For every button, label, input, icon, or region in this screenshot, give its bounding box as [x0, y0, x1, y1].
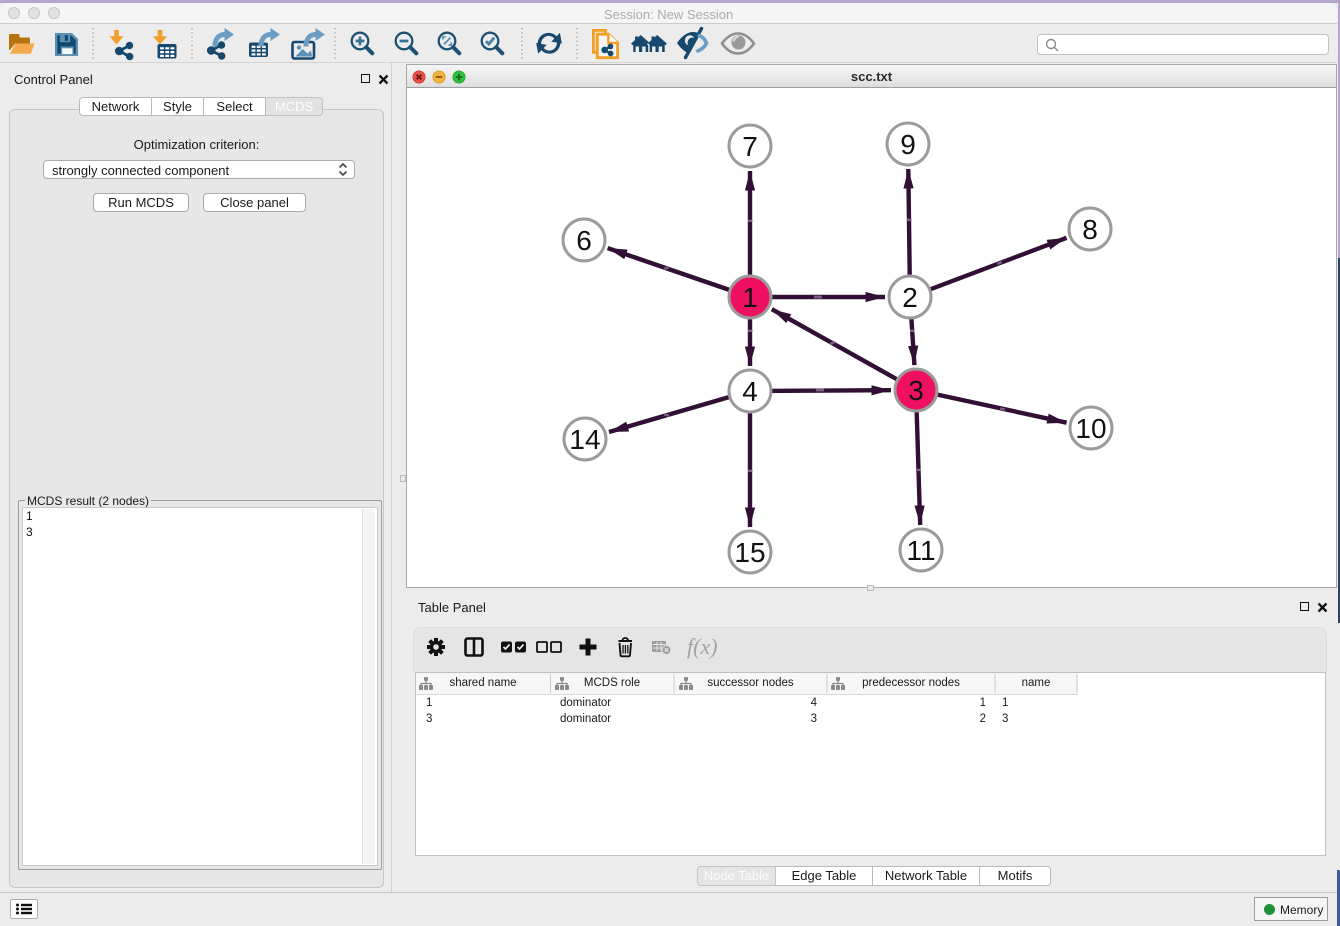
- svg-text:2: 2: [902, 282, 918, 313]
- svg-text:11: 11: [906, 535, 935, 566]
- svg-text:8: 8: [1082, 214, 1098, 245]
- svg-text:f(x): f(x): [687, 634, 718, 659]
- svg-text:3: 3: [908, 375, 924, 406]
- svg-text:10: 10: [1075, 413, 1106, 444]
- svg-text:9: 9: [900, 129, 916, 160]
- svg-text:1: 1: [742, 282, 758, 313]
- svg-text:6: 6: [576, 225, 592, 256]
- svg-text:4: 4: [742, 376, 758, 407]
- svg-text:14: 14: [569, 424, 600, 455]
- svg-text:15: 15: [734, 537, 765, 568]
- svg-text:7: 7: [742, 131, 758, 162]
